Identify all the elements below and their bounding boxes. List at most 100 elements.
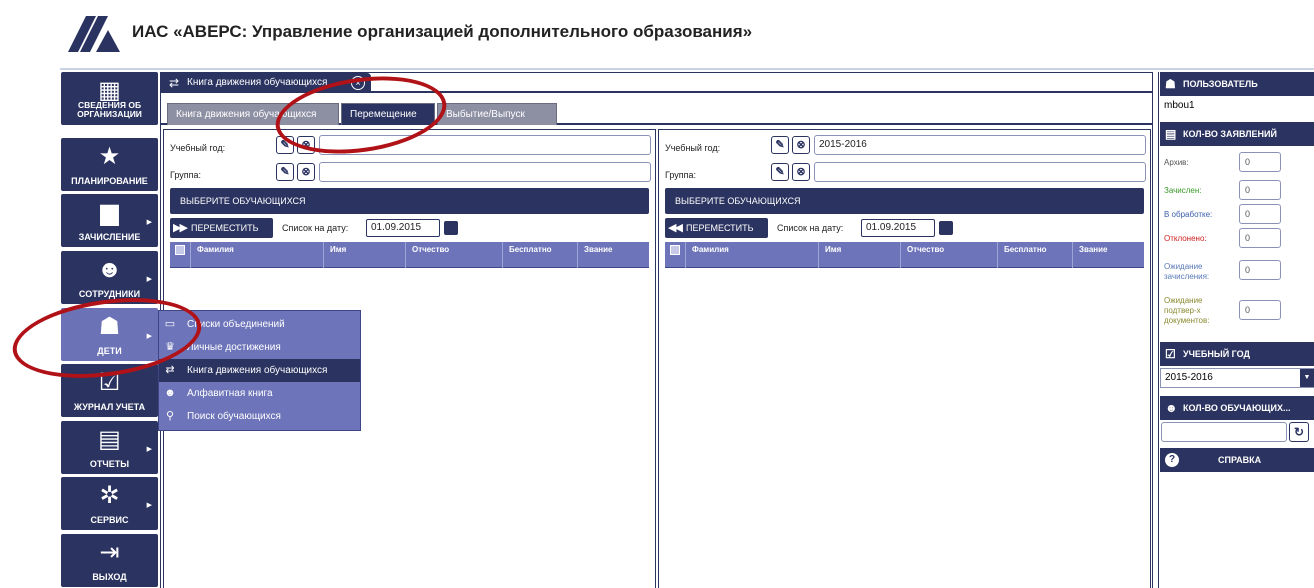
side-panel: ☗ ПОЛЬЗОВАТЕЛЬ mbou1 ▤ КОЛ-ВО ЗАЯВЛЕНИЙ … [1158,72,1314,588]
edit-icon[interactable]: ✎ [276,136,294,154]
count-label-rejected: Отклонено: [1164,234,1207,243]
col-free[interactable]: Бесплатно [502,242,577,268]
back-icon: ◀◀ [668,222,683,234]
forward-icon: ▶▶ [173,222,188,234]
header-divider [60,68,1314,70]
students-grid-header: Фамилия Имя Отчество Бесплатно Звание [170,242,649,268]
applications-header: ▤ КОЛ-ВО ЗАЯВЛЕНИЙ [1160,122,1314,146]
trophy-icon: ♛ [165,341,175,353]
year-input[interactable]: 2015-2016 [814,135,1146,155]
menu-item-label: Личные достижения [187,342,281,353]
tab-move[interactable]: Перемещение [341,103,435,125]
clear-icon[interactable]: ⊗ [792,163,810,181]
swap-icon: ⇄ [165,364,175,376]
nav-label: ДЕТИ [97,346,122,356]
chevron-right-icon: ▶ [146,446,152,453]
col-rank[interactable]: Звание [1072,242,1144,268]
people-icon: ☻ [96,256,123,283]
school-year-value: 2015-2016 [1165,372,1213,383]
date-label: Список на дату: [777,223,844,233]
chevron-right-icon: ▶ [146,502,152,509]
children-submenu: ▭ Списки объединений ♛ Личные достижения… [158,310,361,431]
students-grid-header: Фамилия Имя Отчество Бесплатно Звание [665,242,1144,268]
nav-journal[interactable]: ☑ ЖУРНАЛ УЧЕТА [61,364,158,417]
chevron-right-icon: ▶ [146,333,152,340]
col-surname[interactable]: Фамилия [190,242,323,268]
user-name: mbou1 [1164,100,1195,111]
col-name[interactable]: Имя [818,242,900,268]
help-label: СПРАВКА [1218,455,1262,465]
nav-label: СВЕДЕНИЯ ОБ ОРГАНИЗАЦИИ [77,100,142,119]
edit-icon[interactable]: ✎ [771,136,789,154]
group-label: Группа: [665,170,697,180]
exit-icon: ⇥ [99,539,120,566]
menu-item-movement-book[interactable]: ⇄ Книга движения обучающихся [159,359,360,382]
app-page: ИАС «АВЕРС: Управление организацией допо… [0,0,1314,588]
date-label: Список на дату: [282,223,349,233]
book-icon: ▭ [164,318,176,330]
menu-item-search[interactable]: ⚲ Поиск обучающихся [159,405,360,428]
window-titlebar: ⇄ Книга движения обучающихся × [161,73,371,93]
move-left-button[interactable]: ◀◀ ПЕРЕМЕСТИТЬ [665,218,768,238]
clear-icon[interactable]: ⊗ [297,163,315,181]
year-input[interactable] [319,135,651,155]
tab-dropout[interactable]: Выбытие/Выпуск [437,103,557,125]
nav-staff[interactable]: ☻ СОТРУДНИКИ ▶ [61,251,158,304]
move-label: ПЕРЕМЕСТИТЬ [191,223,259,233]
clear-icon[interactable]: ⊗ [792,136,810,154]
nav-exit[interactable]: ⇥ ВЫХОД [61,534,158,587]
edit-icon[interactable]: ✎ [771,163,789,181]
count-rejected: 0 [1239,228,1281,248]
nav-label: СЕРВИС [90,515,129,525]
app-header: ИАС «АВЕРС: Управление организацией допо… [0,0,1314,66]
count-enrolled: 0 [1239,180,1281,200]
help-button[interactable]: ? СПРАВКА [1160,448,1314,472]
count-archive: 0 [1239,152,1281,172]
group-icon: ☻ [164,387,176,399]
menu-item-label: Алфавитная книга [187,388,273,399]
col-patronymic[interactable]: Отчество [900,242,997,268]
refresh-icon[interactable]: ↻ [1289,422,1309,442]
search-icon: ⚲ [165,410,175,422]
nav-reports[interactable]: ▤ ОТЧЕТЫ ▶ [61,421,158,474]
calendar-icon[interactable] [444,221,458,235]
year-label: Учебный год: [665,143,721,153]
chevron-down-icon[interactable]: ▼ [1300,369,1314,387]
col-rank[interactable]: Звание [577,242,649,268]
nav-enrollment[interactable]: ▆ ЗАЧИСЛЕНИЕ ▶ [61,194,158,247]
close-icon[interactable]: × [351,76,365,90]
nav-planning[interactable]: ★ ПЛАНИРОВАНИЕ [61,138,158,191]
select-all-checkbox[interactable] [665,242,685,268]
nav-service[interactable]: ✲ СЕРВИС ▶ [61,477,158,530]
calendar-icon[interactable] [939,221,953,235]
nav-organization[interactable]: ▦ СВЕДЕНИЯ ОБ ОРГАНИЗАЦИИ [61,72,158,125]
clear-icon[interactable]: ⊗ [297,136,315,154]
school-year-header: ☑ УЧЕБНЫЙ ГОД [1160,342,1314,366]
checkbox-icon: ☑ [1165,347,1176,361]
school-year-select[interactable]: 2015-2016 ▼ [1160,368,1314,388]
col-free[interactable]: Бесплатно [997,242,1072,268]
col-name[interactable]: Имя [323,242,405,268]
col-surname[interactable]: Фамилия [685,242,818,268]
group-input[interactable] [814,162,1146,182]
move-right-button[interactable]: ▶▶ ПЕРЕМЕСТИТЬ [170,218,273,238]
date-input[interactable]: 01.09.2015 [366,219,440,237]
count-processing: 0 [1239,204,1281,224]
students-header-label: КОЛ-ВО ОБУЧАЮЩИХ... [1183,403,1291,413]
edit-icon[interactable]: ✎ [276,163,294,181]
date-input[interactable]: 01.09.2015 [861,219,935,237]
nav-label: СОТРУДНИКИ [78,289,141,299]
swap-icon: ⇄ [169,76,180,90]
col-patronymic[interactable]: Отчество [405,242,502,268]
menu-item-achievements[interactable]: ♛ Личные достижения [159,336,360,359]
group-input[interactable] [319,162,651,182]
nav-children[interactable]: ☗ ДЕТИ ▶ [61,308,158,361]
select-all-checkbox[interactable] [170,242,190,268]
nav-label: ПЛАНИРОВАНИЕ [71,176,148,186]
menu-item-label: Списки объединений [187,319,285,330]
menu-item-label: Поиск обучающихся [187,411,281,422]
count-label-processing: В обработке: [1164,210,1213,219]
tab-book[interactable]: Книга движения обучающихся [167,103,339,125]
menu-item-alphabet-book[interactable]: ☻ Алфавитная книга [159,382,360,405]
menu-item-groups[interactable]: ▭ Списки объединений [159,313,360,336]
